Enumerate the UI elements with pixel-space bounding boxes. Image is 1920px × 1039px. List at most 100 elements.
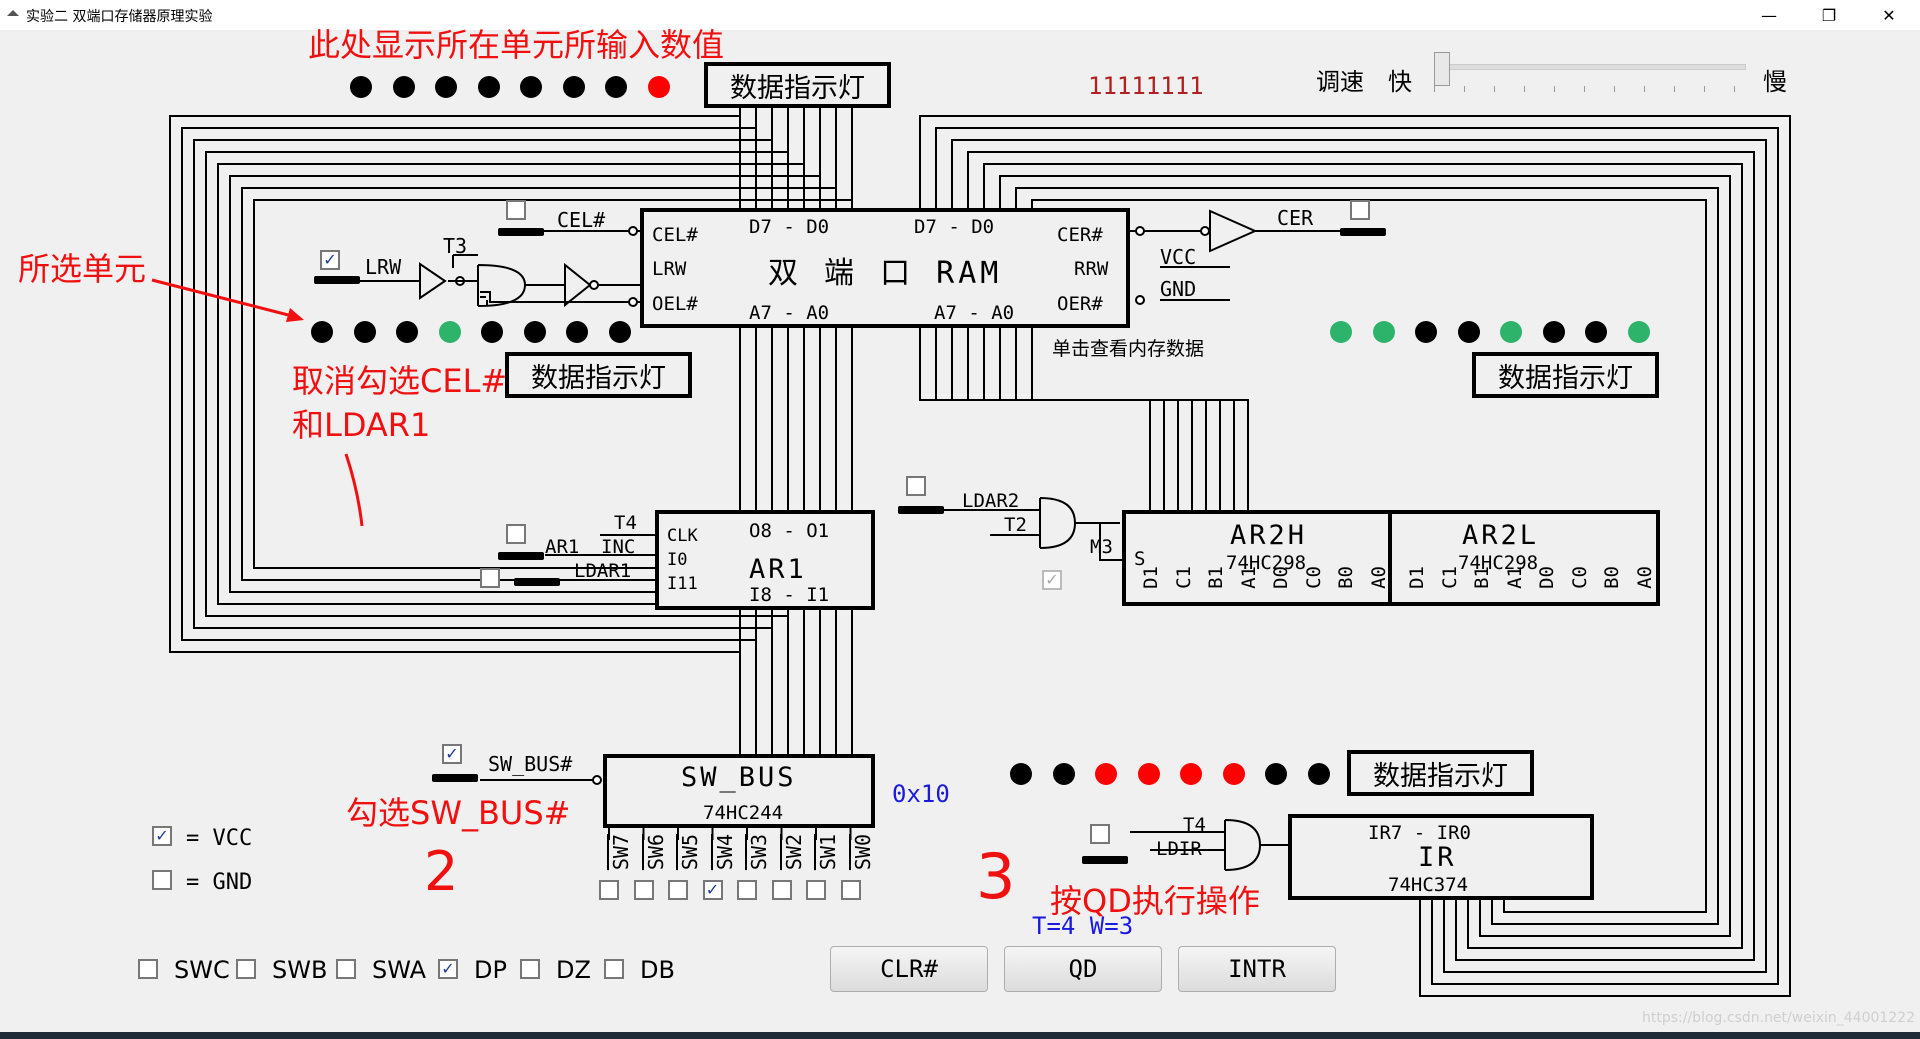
swbus-checkbox[interactable]: ✓ — [442, 744, 462, 764]
cer-signal-bar — [1340, 228, 1386, 236]
ram-cel-pin: CEL# — [652, 224, 698, 246]
swbus-label: SW_BUS# — [488, 752, 573, 776]
ldir-checkbox[interactable] — [1090, 824, 1110, 844]
ar1-inc-checkbox[interactable] — [506, 524, 526, 544]
speed-slow-label: 慢 — [1763, 68, 1787, 96]
left-light-6 — [566, 321, 588, 343]
switch-label-sw7: SW7 — [609, 834, 633, 871]
ir-indicator-title: 数据指示灯 — [1347, 750, 1534, 796]
mode-label-db: DB — [640, 956, 675, 984]
gnd-label: GND — [1160, 277, 1197, 301]
speed-tick — [1704, 86, 1705, 92]
top-light-5 — [562, 76, 585, 98]
ram-right-addr: A7 - A0 — [934, 302, 1015, 324]
left-light-4 — [481, 321, 503, 343]
annotation-cancel2: 和LDAR1 — [292, 406, 431, 444]
intr-button[interactable]: INTR — [1178, 946, 1336, 992]
top-light-1 — [392, 76, 415, 98]
mode-checkbox-swb[interactable] — [236, 959, 256, 979]
view-memory-link[interactable]: 单击查看内存数据 — [1052, 334, 1204, 361]
right-light-3 — [1457, 321, 1480, 343]
top-light-0 — [350, 76, 372, 98]
ar1-inc-name: AR1 — [545, 536, 580, 558]
right-light-4 — [1500, 321, 1522, 343]
switch-checkbox-sw5[interactable] — [668, 880, 688, 900]
ram-oer-pin: OER# — [1057, 293, 1103, 315]
ram-left-addr: A7 - A0 — [749, 302, 830, 324]
swbus-title: SW_BUS — [681, 762, 797, 793]
swbus-chip: SW_BUS 74HC244 — [603, 754, 875, 828]
cel-signal-bar — [498, 228, 544, 236]
lrw-label: LRW — [365, 255, 402, 279]
switch-checkbox-sw0[interactable] — [840, 880, 861, 900]
qd-button[interactable]: QD — [1004, 946, 1162, 992]
switch-checkbox-sw2[interactable] — [771, 880, 792, 900]
clr-button[interactable]: CLR# — [830, 946, 988, 992]
switch-checkbox-sw1[interactable] — [806, 880, 826, 900]
annotation-cancel1: 取消勾选CEL# — [292, 362, 508, 400]
switch-checkbox-sw7[interactable] — [599, 880, 619, 900]
cel-checkbox[interactable] — [506, 200, 526, 220]
mode-checkbox-dp[interactable]: ✓ — [438, 959, 458, 979]
speed-tick — [1554, 86, 1555, 92]
annotation-step2: 2 — [424, 840, 459, 903]
switch-label-sw1: SW1 — [816, 834, 840, 871]
ar1-chip: AR1 O8 - O1 I8 - I1 CLK I0 I11 — [655, 510, 875, 610]
swbus-value: 0x10 — [892, 780, 950, 808]
switch-checkbox-sw4[interactable]: ✓ — [702, 880, 723, 900]
m3-checkbox[interactable]: ✓ — [1042, 570, 1062, 590]
switch-checkbox-sw6[interactable] — [633, 880, 654, 900]
right-indicator-title: 数据指示灯 — [1472, 352, 1659, 398]
speed-fast-label: 快 — [1388, 68, 1412, 96]
ir-light-1 — [1052, 763, 1075, 785]
ldar2-checkbox[interactable] — [906, 476, 926, 496]
ir-t4-label: T4 — [1183, 814, 1206, 836]
mode-label-dp: DP — [474, 956, 507, 984]
speed-tick — [1494, 86, 1495, 92]
top-indicator-title: 数据指示灯 — [704, 62, 891, 108]
right-light-1 — [1372, 321, 1395, 343]
right-light-0 — [1330, 321, 1352, 343]
cer-checkbox[interactable] — [1350, 200, 1370, 220]
annotation-selected: 所选单元 — [18, 250, 147, 288]
ir-light-6 — [1265, 763, 1287, 785]
ar2l-chip-name: 74HC298 — [1458, 552, 1539, 574]
ar2l-pin-b0: B0 — [1601, 566, 1623, 589]
ram-title: 双 端 口 RAM — [768, 256, 1003, 291]
mode-label-dz: DZ — [556, 956, 591, 984]
mode-checkbox-db[interactable] — [604, 959, 624, 979]
ldir-signal-bar — [1082, 856, 1128, 864]
ar2h-pin-b1: B1 — [1205, 566, 1227, 589]
speed-tick — [1734, 86, 1735, 92]
ldar2-signal-bar — [898, 506, 944, 514]
annotation-top: 此处显示所在单元所输入数值 — [308, 26, 725, 64]
speed-slider-thumb[interactable] — [1434, 52, 1450, 86]
lrw-checkbox[interactable]: ✓ — [320, 250, 340, 270]
ldar1-label: LDAR1 — [574, 560, 632, 582]
ar2h-pin-b0: B0 — [1335, 566, 1357, 589]
left-light-3 — [438, 321, 461, 343]
speed-label: 调速 — [1316, 68, 1364, 96]
left-light-7 — [608, 321, 631, 343]
ram-chip[interactable]: 双 端 口 RAM D7 - D0 D7 - D0 A7 - A0 A7 - A… — [640, 208, 1130, 328]
ldar1-checkbox[interactable] — [480, 568, 500, 588]
top-light-3 — [477, 76, 500, 98]
left-light-2 — [396, 321, 418, 343]
ram-right-data: D7 - D0 — [914, 216, 995, 238]
ar2h-pin-a1: A1 — [1237, 566, 1260, 589]
speed-slider[interactable] — [1434, 52, 1746, 94]
lrw-signal-bar — [314, 276, 360, 284]
ldar2-m3-label: M3 — [1090, 536, 1113, 558]
right-light-6 — [1585, 321, 1607, 343]
switch-checkbox-sw3[interactable] — [737, 880, 757, 900]
ar2l-pin-b1: B1 — [1471, 566, 1493, 589]
top-light-4 — [520, 76, 542, 98]
mode-label-swa: SWA — [372, 956, 427, 984]
mode-checkbox-swa[interactable] — [336, 959, 356, 979]
ram-oel-pin: OEL# — [652, 293, 698, 315]
ar2h-pin-d0: D0 — [1270, 566, 1292, 589]
speed-tick — [1434, 86, 1435, 92]
ar1-inc-signal-bar — [498, 552, 544, 560]
mode-checkbox-dz[interactable] — [520, 959, 540, 979]
mode-checkbox-swc[interactable] — [138, 959, 158, 979]
